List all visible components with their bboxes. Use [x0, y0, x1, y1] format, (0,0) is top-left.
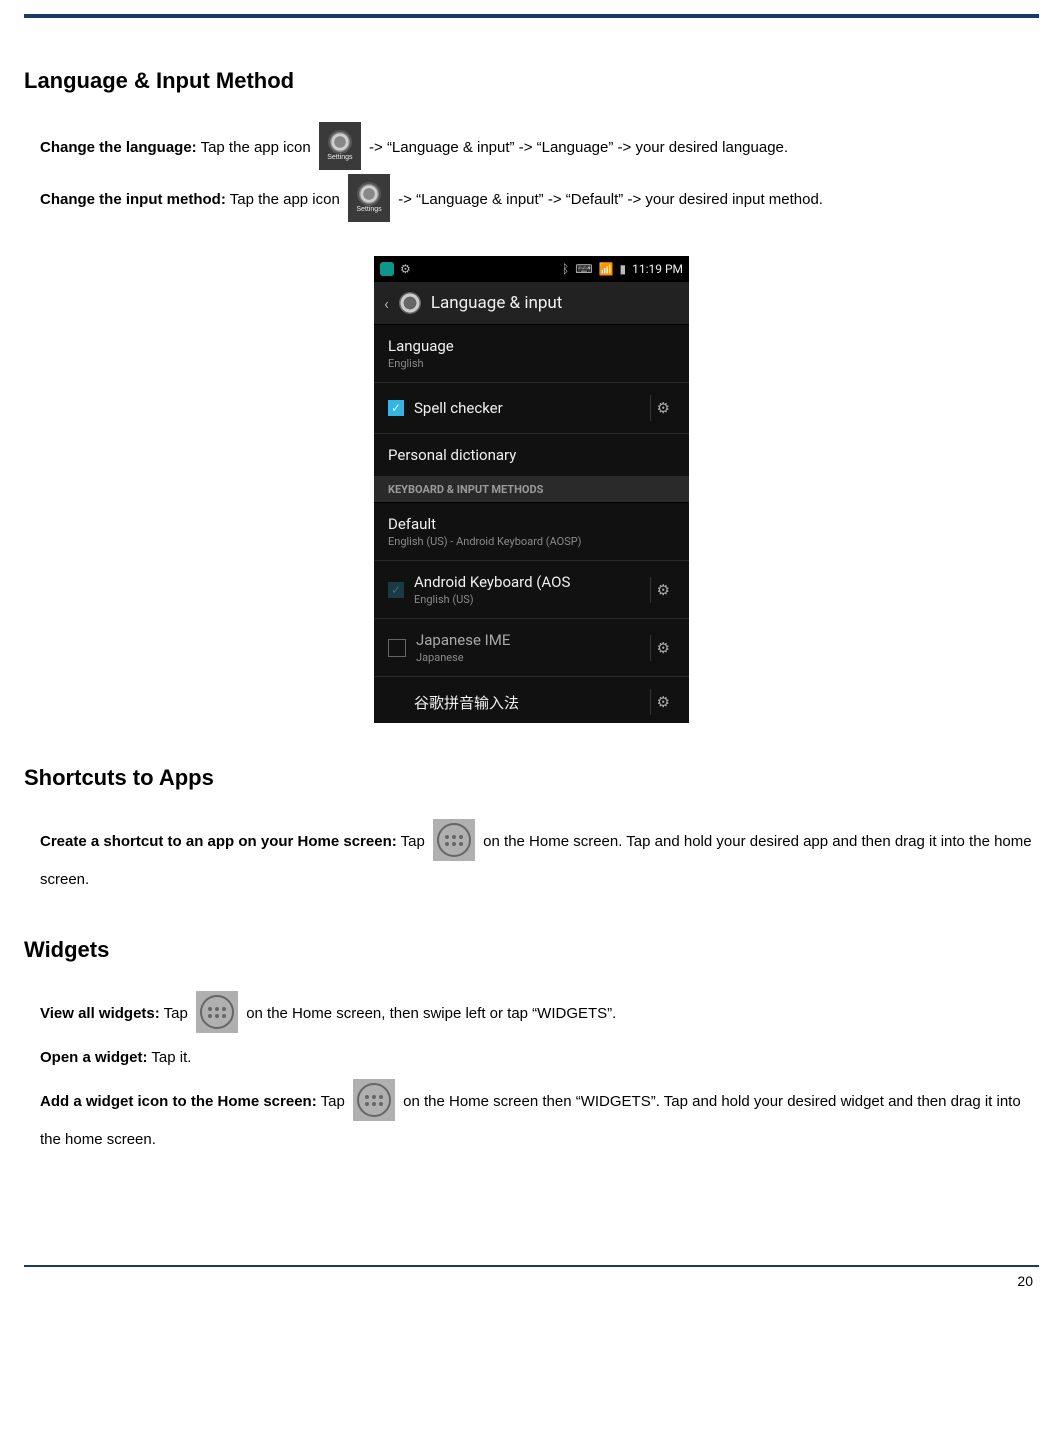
status-app-icon	[380, 262, 394, 276]
heading-widgets: Widgets	[24, 937, 1039, 963]
body-shortcuts: Create a shortcut to an app on your Home…	[40, 819, 1039, 895]
phone-screenshot: ⚙ ᛒ ⌨ 📶 ▮ 11:19 PM ‹ Language & input La…	[374, 256, 689, 723]
bluetooth-icon: ᛒ	[562, 262, 569, 276]
subheader-keyboard: KEYBOARD & INPUT METHODS	[374, 477, 689, 503]
row-japanese-ime[interactable]: Japanese IME Japanese ⚙	[374, 619, 689, 677]
paragraph-change-input: Change the input method: Tap the app ico…	[40, 174, 1039, 226]
bold-view-widgets: View all widgets:	[40, 1005, 160, 1022]
header-rule	[24, 14, 1039, 18]
text: Tap	[160, 1005, 192, 1022]
status-bar: ⚙ ᛒ ⌨ 📶 ▮ 11:19 PM	[374, 256, 689, 282]
paragraph-change-language: Change the language: Tap the app icon Se…	[40, 122, 1039, 174]
apps-drawer-icon	[353, 1079, 395, 1121]
bold-change-language: Change the language:	[40, 139, 197, 156]
battery-icon: ▮	[619, 262, 626, 276]
sliders-icon[interactable]: ⚙	[650, 635, 675, 661]
gear-icon: ⚙	[400, 262, 411, 276]
text: on the Home screen, then swipe left or t…	[246, 1005, 616, 1022]
row-google-pinyin[interactable]: 谷歌拼音输入法 ⚙	[374, 677, 689, 723]
bold-open-widget: Open a widget:	[40, 1049, 148, 1066]
row-label: Default	[388, 515, 582, 533]
apps-drawer-icon	[196, 991, 238, 1033]
paragraph-create-shortcut: Create a shortcut to an app on your Home…	[40, 819, 1039, 895]
bold-add-widget: Add a widget icon to the Home screen:	[40, 1093, 317, 1110]
header-title: Language & input	[431, 293, 563, 313]
row-label: Spell checker	[414, 399, 503, 417]
settings-icon-label: Settings	[356, 206, 381, 213]
text: Tap the app icon	[197, 139, 315, 156]
checkbox-icon[interactable]	[388, 694, 404, 710]
text: -> “Language & input” -> “Default” -> yo…	[398, 191, 823, 208]
text: -> “Language & input” -> “Language” -> y…	[369, 139, 788, 156]
row-value: English (US)	[414, 593, 570, 606]
body-widgets: View all widgets: Tap on the Home screen…	[40, 991, 1039, 1155]
settings-icon-label: Settings	[327, 154, 352, 161]
sliders-icon[interactable]: ⚙	[650, 395, 675, 421]
page-container: Language & Input Method Change the langu…	[0, 14, 1063, 1307]
row-value: English (US) - Android Keyboard (AOSP)	[388, 535, 582, 548]
keyboard-icon: ⌨	[575, 262, 592, 276]
row-label: Language	[388, 337, 454, 355]
back-icon[interactable]: ‹	[384, 294, 389, 313]
row-label: Japanese IME	[416, 631, 510, 649]
row-android-keyboard[interactable]: ✓ Android Keyboard (AOS English (US) ⚙	[374, 561, 689, 619]
bold-change-input: Change the input method:	[40, 191, 226, 208]
checkbox-icon[interactable]: ✓	[388, 400, 404, 416]
checkbox-icon[interactable]	[388, 639, 406, 657]
row-spell-checker[interactable]: ✓ Spell checker ⚙	[374, 383, 689, 434]
settings-app-icon: Settings	[319, 122, 361, 170]
heading-language-input: Language & Input Method	[24, 68, 1039, 94]
paragraph-add-widget: Add a widget icon to the Home screen: Ta…	[40, 1079, 1039, 1155]
row-label: Android Keyboard (AOS	[414, 573, 570, 591]
paragraph-open-widget: Open a widget: Tap it.	[40, 1043, 1039, 1073]
settings-header[interactable]: ‹ Language & input	[374, 282, 689, 325]
row-label: Personal dictionary	[388, 446, 516, 464]
text: Tap	[317, 1093, 349, 1110]
screenshot-wrap: ⚙ ᛒ ⌨ 📶 ▮ 11:19 PM ‹ Language & input La…	[24, 256, 1039, 723]
sliders-icon[interactable]: ⚙	[650, 689, 675, 715]
row-personal-dictionary[interactable]: Personal dictionary	[374, 434, 689, 477]
apps-drawer-icon	[433, 819, 475, 861]
signal-icon: 📶	[599, 262, 614, 276]
row-default[interactable]: Default English (US) - Android Keyboard …	[374, 503, 689, 561]
row-value: Japanese	[416, 651, 510, 664]
gear-icon	[330, 132, 350, 152]
gear-icon	[359, 184, 379, 204]
body-language-input: Change the language: Tap the app icon Se…	[40, 122, 1039, 226]
row-value: English	[388, 357, 454, 370]
settings-app-icon: Settings	[348, 174, 390, 222]
page-number: 20	[24, 1267, 1039, 1307]
row-label: 谷歌拼音输入法	[414, 692, 519, 713]
text: Tap it.	[148, 1049, 192, 1066]
text: Tap	[397, 833, 429, 850]
row-language[interactable]: Language English	[374, 325, 689, 383]
checkbox-icon: ✓	[388, 582, 404, 598]
gear-icon	[399, 292, 421, 314]
sliders-icon[interactable]: ⚙	[650, 577, 675, 603]
bold-create-shortcut: Create a shortcut to an app on your Home…	[40, 833, 397, 850]
text: Tap the app icon	[226, 191, 344, 208]
status-time: 11:19 PM	[632, 262, 683, 276]
paragraph-view-widgets: View all widgets: Tap on the Home screen…	[40, 991, 1039, 1037]
heading-shortcuts: Shortcuts to Apps	[24, 765, 1039, 791]
